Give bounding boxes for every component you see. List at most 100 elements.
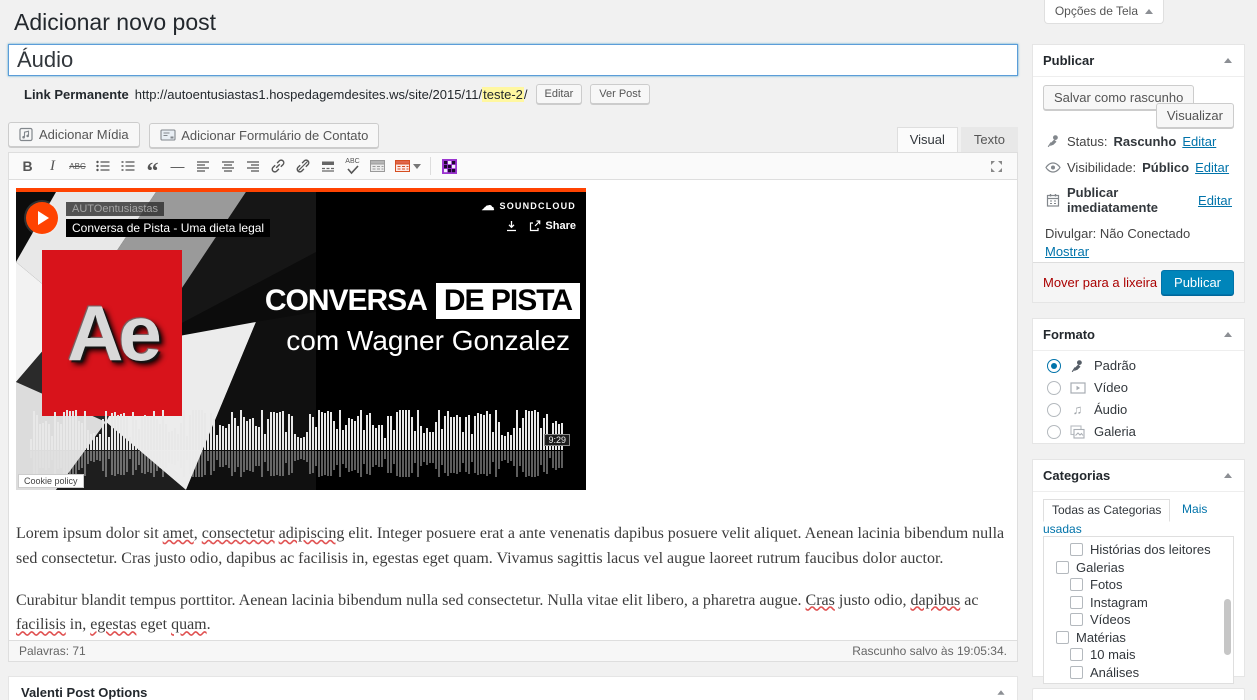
radio-unselected[interactable] <box>1047 381 1061 395</box>
strikethrough-glyph: ABC <box>69 162 85 171</box>
preview-button[interactable]: Visualizar <box>1156 103 1234 128</box>
format-option-label: Áudio <box>1094 402 1127 417</box>
checkbox[interactable] <box>1070 648 1083 661</box>
category-label: Matérias <box>1076 630 1126 645</box>
category-item[interactable]: Instagram <box>1044 594 1233 612</box>
format-option-padrao[interactable]: Padrão <box>1047 358 1230 373</box>
contact-form-icon <box>160 128 176 142</box>
tab-all-categories[interactable]: Todas as Categorias <box>1043 499 1170 522</box>
radio-unselected[interactable] <box>1047 403 1061 417</box>
category-item[interactable]: 10 mais <box>1044 646 1233 664</box>
align-right-icon[interactable] <box>240 155 265 177</box>
bulleted-list-icon[interactable] <box>90 155 115 177</box>
track-artist[interactable]: AUTOentusiastas <box>66 202 164 216</box>
screen-options-button[interactable]: Opções de Tela <box>1044 0 1164 24</box>
format-panel: Formato Padrão Vídeo ♫ Áudio <box>1032 318 1245 444</box>
share-label: Share <box>545 220 576 232</box>
move-to-trash-link[interactable]: Mover para a lixeira <box>1043 275 1157 290</box>
insert-link-icon[interactable] <box>265 155 290 177</box>
collapse-icon[interactable] <box>997 690 1004 695</box>
checkbox[interactable] <box>1070 613 1083 626</box>
bold-icon[interactable]: B <box>15 155 40 177</box>
download-button[interactable] <box>506 221 517 232</box>
category-label: Aviação <box>1090 682 1136 684</box>
editor-content-area[interactable]: AUTOentusiastas Conversa de Pista - Uma … <box>8 180 1018 640</box>
table-dropdown-caret[interactable] <box>413 164 421 169</box>
cookie-policy-link[interactable]: Cookie policy <box>18 474 84 488</box>
category-item[interactable]: Galerias <box>1044 559 1233 577</box>
categories-panel-header[interactable]: Categorias <box>1033 460 1244 492</box>
status-value: Rascunho <box>1113 134 1176 149</box>
media-buttons-row: Adicionar Mídia Adicionar Formulário de … <box>8 122 1018 152</box>
edit-visibility-link[interactable]: Editar <box>1195 160 1229 175</box>
post-title-input[interactable] <box>8 44 1018 76</box>
chevron-up-icon <box>1145 9 1153 14</box>
track-title[interactable]: Conversa de Pista - Uma dieta legal <box>66 219 270 237</box>
align-center-icon[interactable] <box>215 155 240 177</box>
category-label: Análises <box>1090 665 1139 680</box>
collapse-icon[interactable] <box>1224 58 1232 63</box>
play-button[interactable] <box>26 202 58 234</box>
format-option-video[interactable]: Vídeo <box>1047 380 1230 395</box>
post-body-text[interactable]: Lorem ipsum dolor sit amet, consectetur … <box>16 522 1010 638</box>
category-item[interactable]: Matérias <box>1044 629 1233 647</box>
checkbox[interactable] <box>1056 631 1069 644</box>
edit-status-link[interactable]: Editar <box>1182 134 1216 149</box>
soundcloud-embed[interactable]: AUTOentusiastas Conversa de Pista - Uma … <box>16 188 586 490</box>
edit-permalink-button[interactable]: Editar <box>536 84 583 104</box>
format-option-audio[interactable]: ♫ Áudio <box>1047 402 1230 417</box>
format-panel-header[interactable]: Formato <box>1033 319 1244 351</box>
valenti-panel-header[interactable]: Valenti Post Options <box>9 677 1017 700</box>
format-option-galeria[interactable]: Galeria <box>1047 424 1230 439</box>
tablepress-icon[interactable] <box>437 155 462 177</box>
permalink-slug[interactable]: teste-2 <box>482 87 524 102</box>
radio-selected[interactable] <box>1047 359 1061 373</box>
publish-panel-header[interactable]: Publicar <box>1033 45 1244 77</box>
spellcheck-abc-label: ABC <box>345 158 359 165</box>
category-label: Galerias <box>1076 560 1124 575</box>
show-title-overlay: CONVERSADE PISTA com Wagner Gonzalez <box>265 282 580 358</box>
table-icon[interactable] <box>390 155 424 177</box>
waveform[interactable] <box>30 410 570 477</box>
add-contact-form-button[interactable]: Adicionar Formulário de Contato <box>149 123 379 148</box>
video-icon <box>1069 382 1086 394</box>
category-item[interactable]: Fotos <box>1044 576 1233 594</box>
checkbox[interactable] <box>1070 683 1083 684</box>
collapse-icon[interactable] <box>1224 473 1232 478</box>
view-post-button[interactable]: Ver Post <box>590 84 650 104</box>
edit-schedule-link[interactable]: Editar <box>1198 193 1232 208</box>
add-media-button[interactable]: Adicionar Mídia <box>8 122 140 147</box>
horizontal-rule-icon[interactable]: — <box>165 155 190 177</box>
category-item[interactable]: Análises <box>1044 664 1233 682</box>
collapse-icon[interactable] <box>1224 332 1232 337</box>
fullscreen-icon[interactable] <box>984 155 1009 177</box>
category-item[interactable]: Aviação <box>1044 681 1233 684</box>
checkbox[interactable] <box>1070 543 1083 556</box>
scrollbar-thumb[interactable] <box>1224 599 1231 655</box>
categories-list[interactable]: Histórias dos leitoresGaleriasFotosInsta… <box>1043 536 1234 684</box>
spellcheck-icon[interactable]: ABC <box>340 155 365 177</box>
category-item[interactable]: Histórias dos leitores <box>1044 541 1233 559</box>
share-button[interactable]: Share <box>529 220 576 232</box>
checkbox[interactable] <box>1070 596 1083 609</box>
toolbar-toggle-icon[interactable] <box>365 155 390 177</box>
categories-panel: Categorias Todas as Categorias Mais usad… <box>1032 459 1245 677</box>
publicize-show-link[interactable]: Mostrar <box>1045 244 1089 259</box>
strikethrough-icon[interactable]: ABC <box>65 155 90 177</box>
tab-text[interactable]: Texto <box>961 127 1018 153</box>
italic-icon[interactable]: I <box>40 155 65 177</box>
tab-visual[interactable]: Visual <box>897 127 958 153</box>
radio-unselected[interactable] <box>1047 425 1061 439</box>
soundcloud-logo[interactable]: ☁ SOUNDCLOUD <box>482 201 577 211</box>
remove-link-icon[interactable] <box>290 155 315 177</box>
blockquote-icon[interactable]: “ <box>140 155 165 177</box>
more-tag-icon[interactable] <box>315 155 340 177</box>
numbered-list-icon[interactable] <box>115 155 140 177</box>
play-icon <box>38 211 49 225</box>
category-item[interactable]: Vídeos <box>1044 611 1233 629</box>
checkbox[interactable] <box>1070 578 1083 591</box>
checkbox[interactable] <box>1056 561 1069 574</box>
checkbox[interactable] <box>1070 666 1083 679</box>
align-left-icon[interactable] <box>190 155 215 177</box>
publish-button[interactable]: Publicar <box>1161 270 1234 295</box>
